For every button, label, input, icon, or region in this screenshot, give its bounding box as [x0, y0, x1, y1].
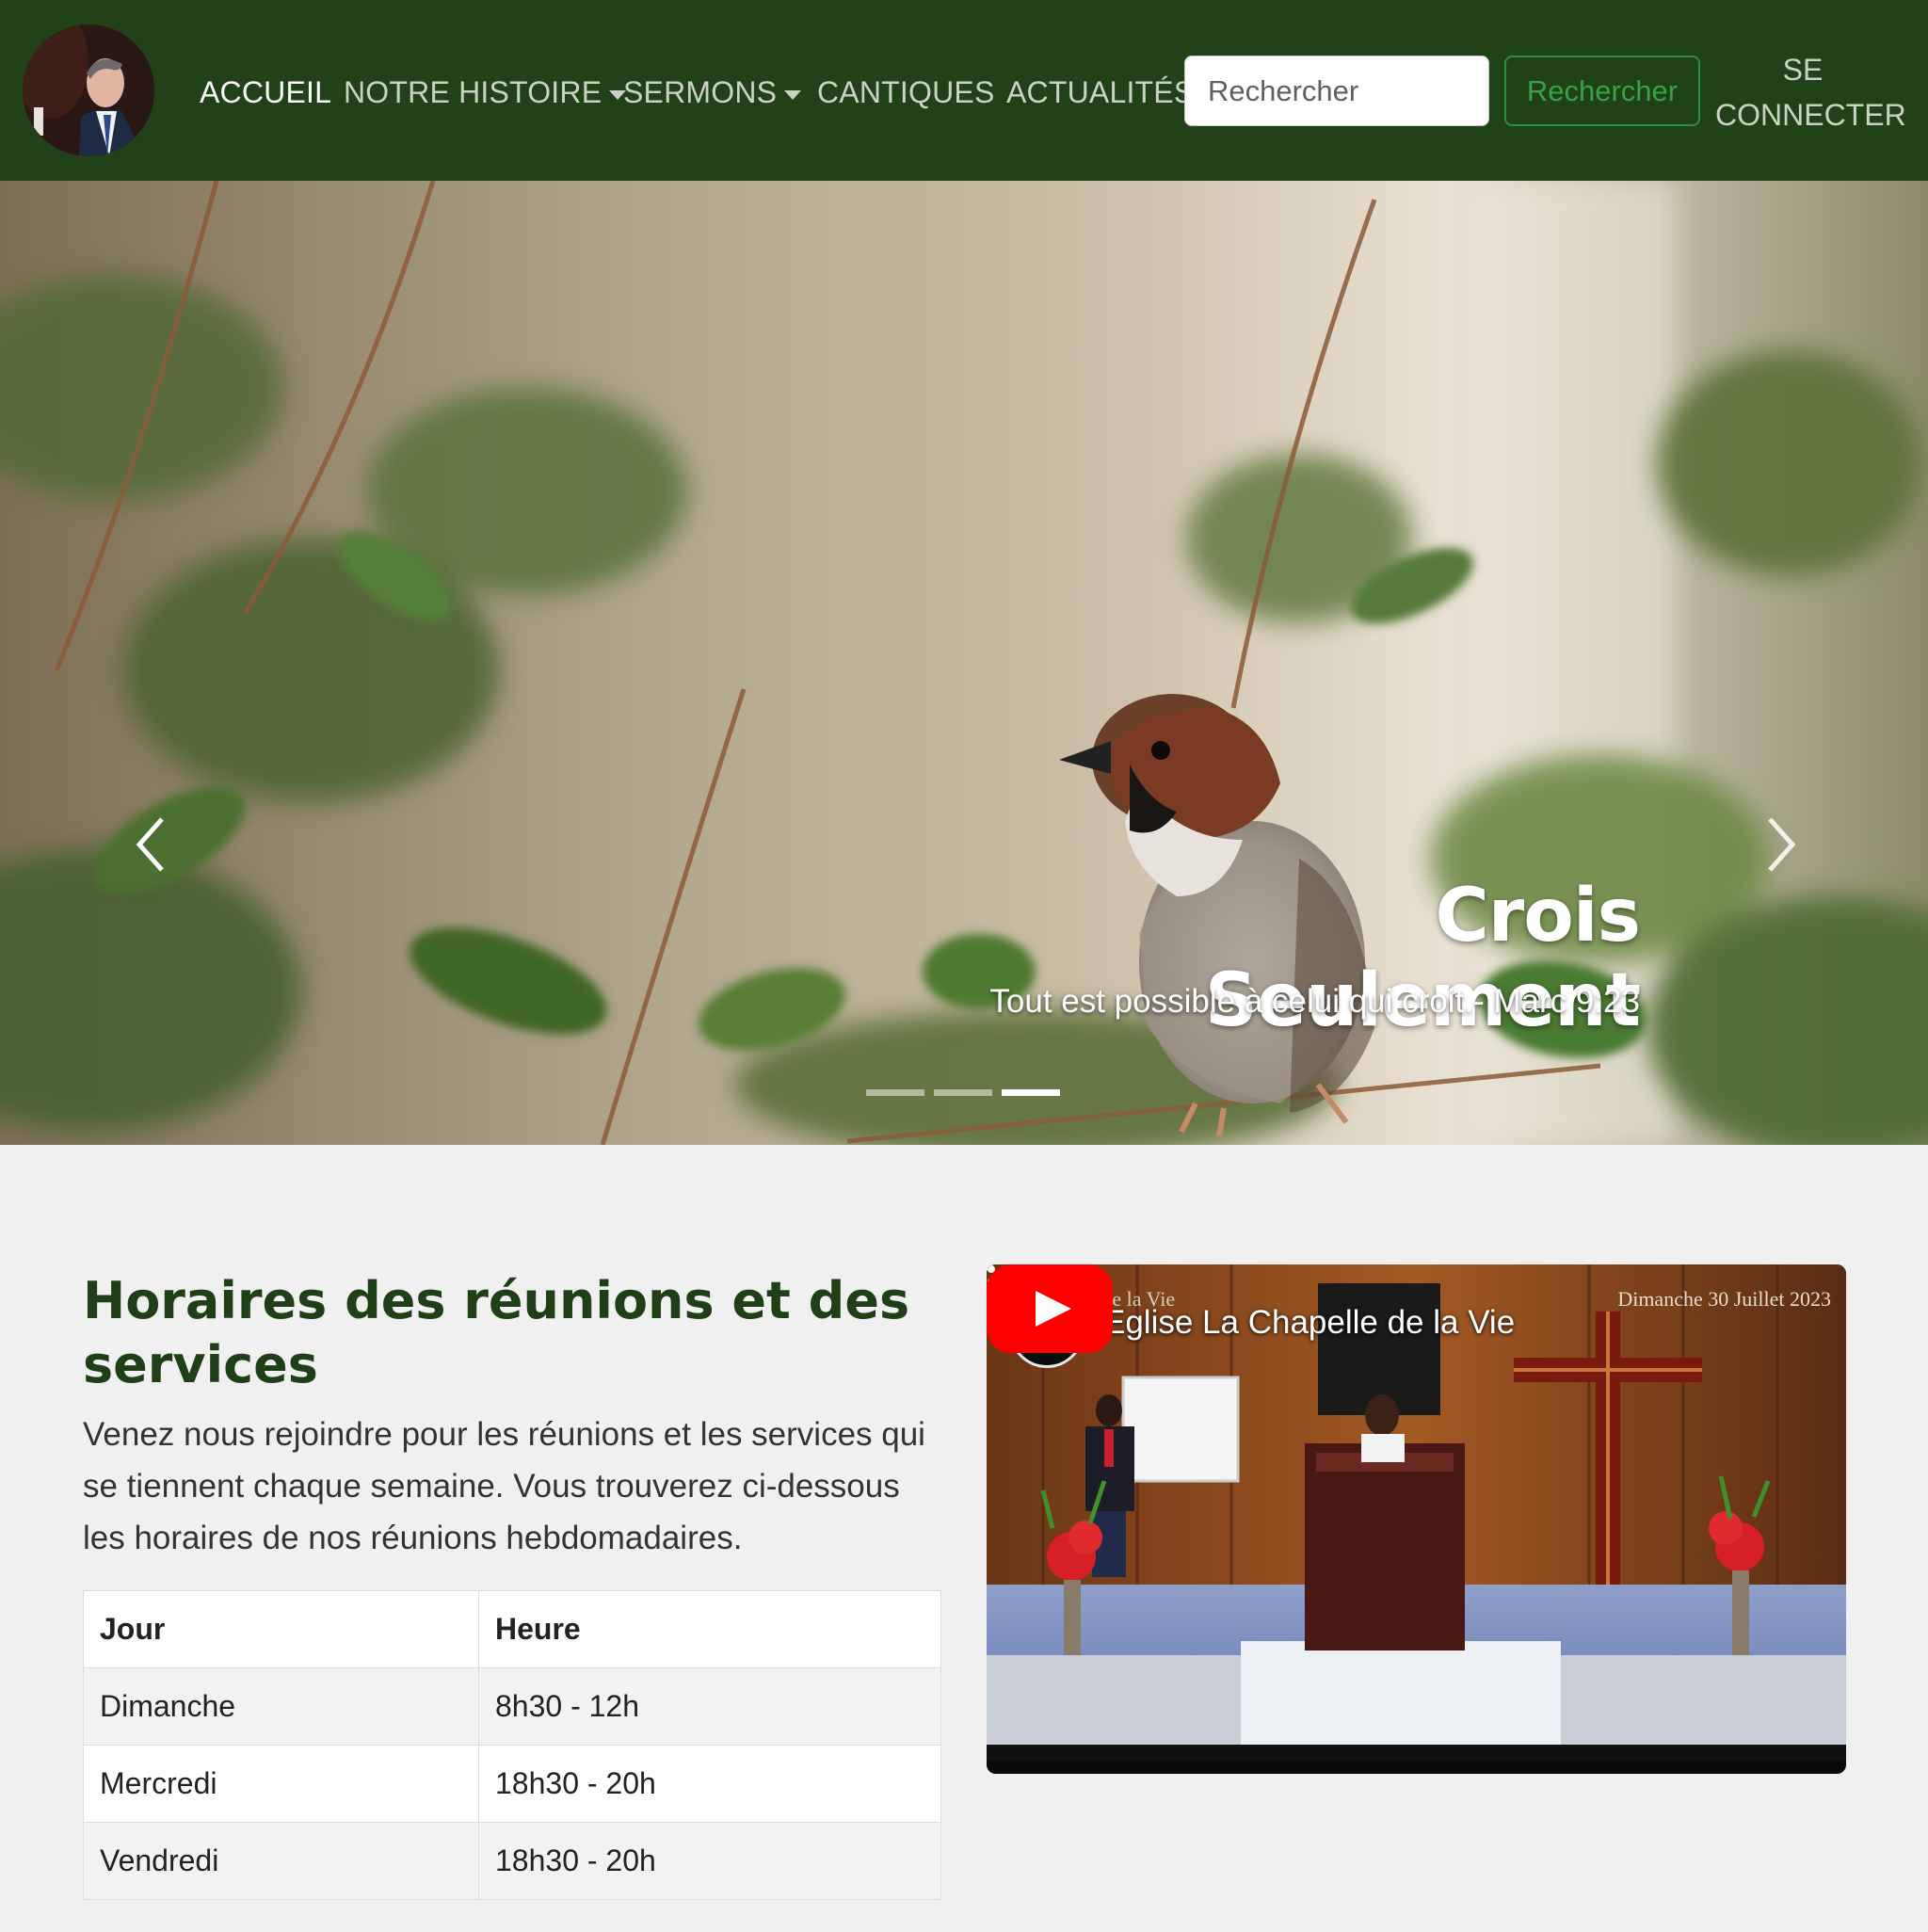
chevron-down-icon [784, 89, 802, 100]
login-link[interactable]: SE CONNECTER [1715, 47, 1906, 137]
carousel-prev-icon[interactable] [122, 802, 179, 887]
services-title: Horaires des réunions et des services [83, 1271, 910, 1394]
navbar: ACCUEIL NOTRE HISTOIRE SERMONS CANTIQUES… [0, 0, 1928, 181]
nav-sermons-label: SERMONS [623, 75, 778, 109]
nav-accueil[interactable]: ACCUEIL [200, 72, 331, 113]
table-cell-day: Mercredi [83, 1745, 479, 1823]
table-header-heure: Heure [478, 1590, 941, 1668]
carousel-indicator-3[interactable] [1002, 1089, 1060, 1096]
nav-cantiques[interactable]: CANTIQUES [817, 72, 995, 113]
site-logo-avatar[interactable] [23, 24, 154, 156]
services-description: Venez nous rejoindre pour les réunions e… [83, 1416, 925, 1556]
video-overlay-date: Dimanche 30 Juillet 2023 [1617, 1287, 1831, 1311]
schedule-table: Jour Heure Dimanche 8h30 - 12h Mercredi … [83, 1590, 941, 1900]
table-header-row: Jour Heure [83, 1590, 941, 1668]
nav-notre-histoire-label: NOTRE HISTOIRE [344, 75, 602, 109]
table-cell-time: 18h30 - 20h [478, 1745, 941, 1823]
table-row: Vendredi 18h30 - 20h [83, 1822, 941, 1900]
nav-sermons[interactable]: SERMONS [623, 72, 802, 113]
table-cell-time: 18h30 - 20h [478, 1822, 941, 1900]
table-cell-day: Vendredi [83, 1822, 479, 1900]
search-button[interactable]: Rechercher [1504, 56, 1700, 126]
table-row: Mercredi 18h30 - 20h [83, 1745, 941, 1823]
table-row: Dimanche 8h30 - 12h [83, 1667, 941, 1746]
search-input[interactable] [1184, 56, 1489, 126]
hero-carousel: Crois Seulement Tout est possible à celu… [0, 181, 1928, 1145]
table-header-jour: Jour [83, 1590, 479, 1668]
youtube-play-icon[interactable] [987, 1264, 1113, 1353]
login-line-1: SE [1782, 53, 1824, 87]
hero-subtitle: Tout est possible à celui qui croit.- Ma… [989, 983, 1640, 1020]
nav-notre-histoire[interactable]: NOTRE HISTOIRE [344, 72, 627, 113]
table-cell-day: Dimanche [83, 1667, 479, 1746]
youtube-video-embed[interactable]: La Chapelle de la Vie Dimanche 30 Juille… [987, 1264, 1846, 1774]
video-title[interactable]: Eglise La Chapelle de la Vie [1103, 1304, 1515, 1342]
table-cell-time: 8h30 - 12h [478, 1667, 941, 1746]
carousel-next-icon[interactable] [1753, 802, 1809, 887]
login-line-2: CONNECTER [1715, 98, 1906, 132]
nav-actualites[interactable]: ACTUALITÉS [1006, 72, 1194, 113]
carousel-indicator-2[interactable] [934, 1089, 992, 1096]
carousel-indicator-1[interactable] [866, 1089, 924, 1096]
